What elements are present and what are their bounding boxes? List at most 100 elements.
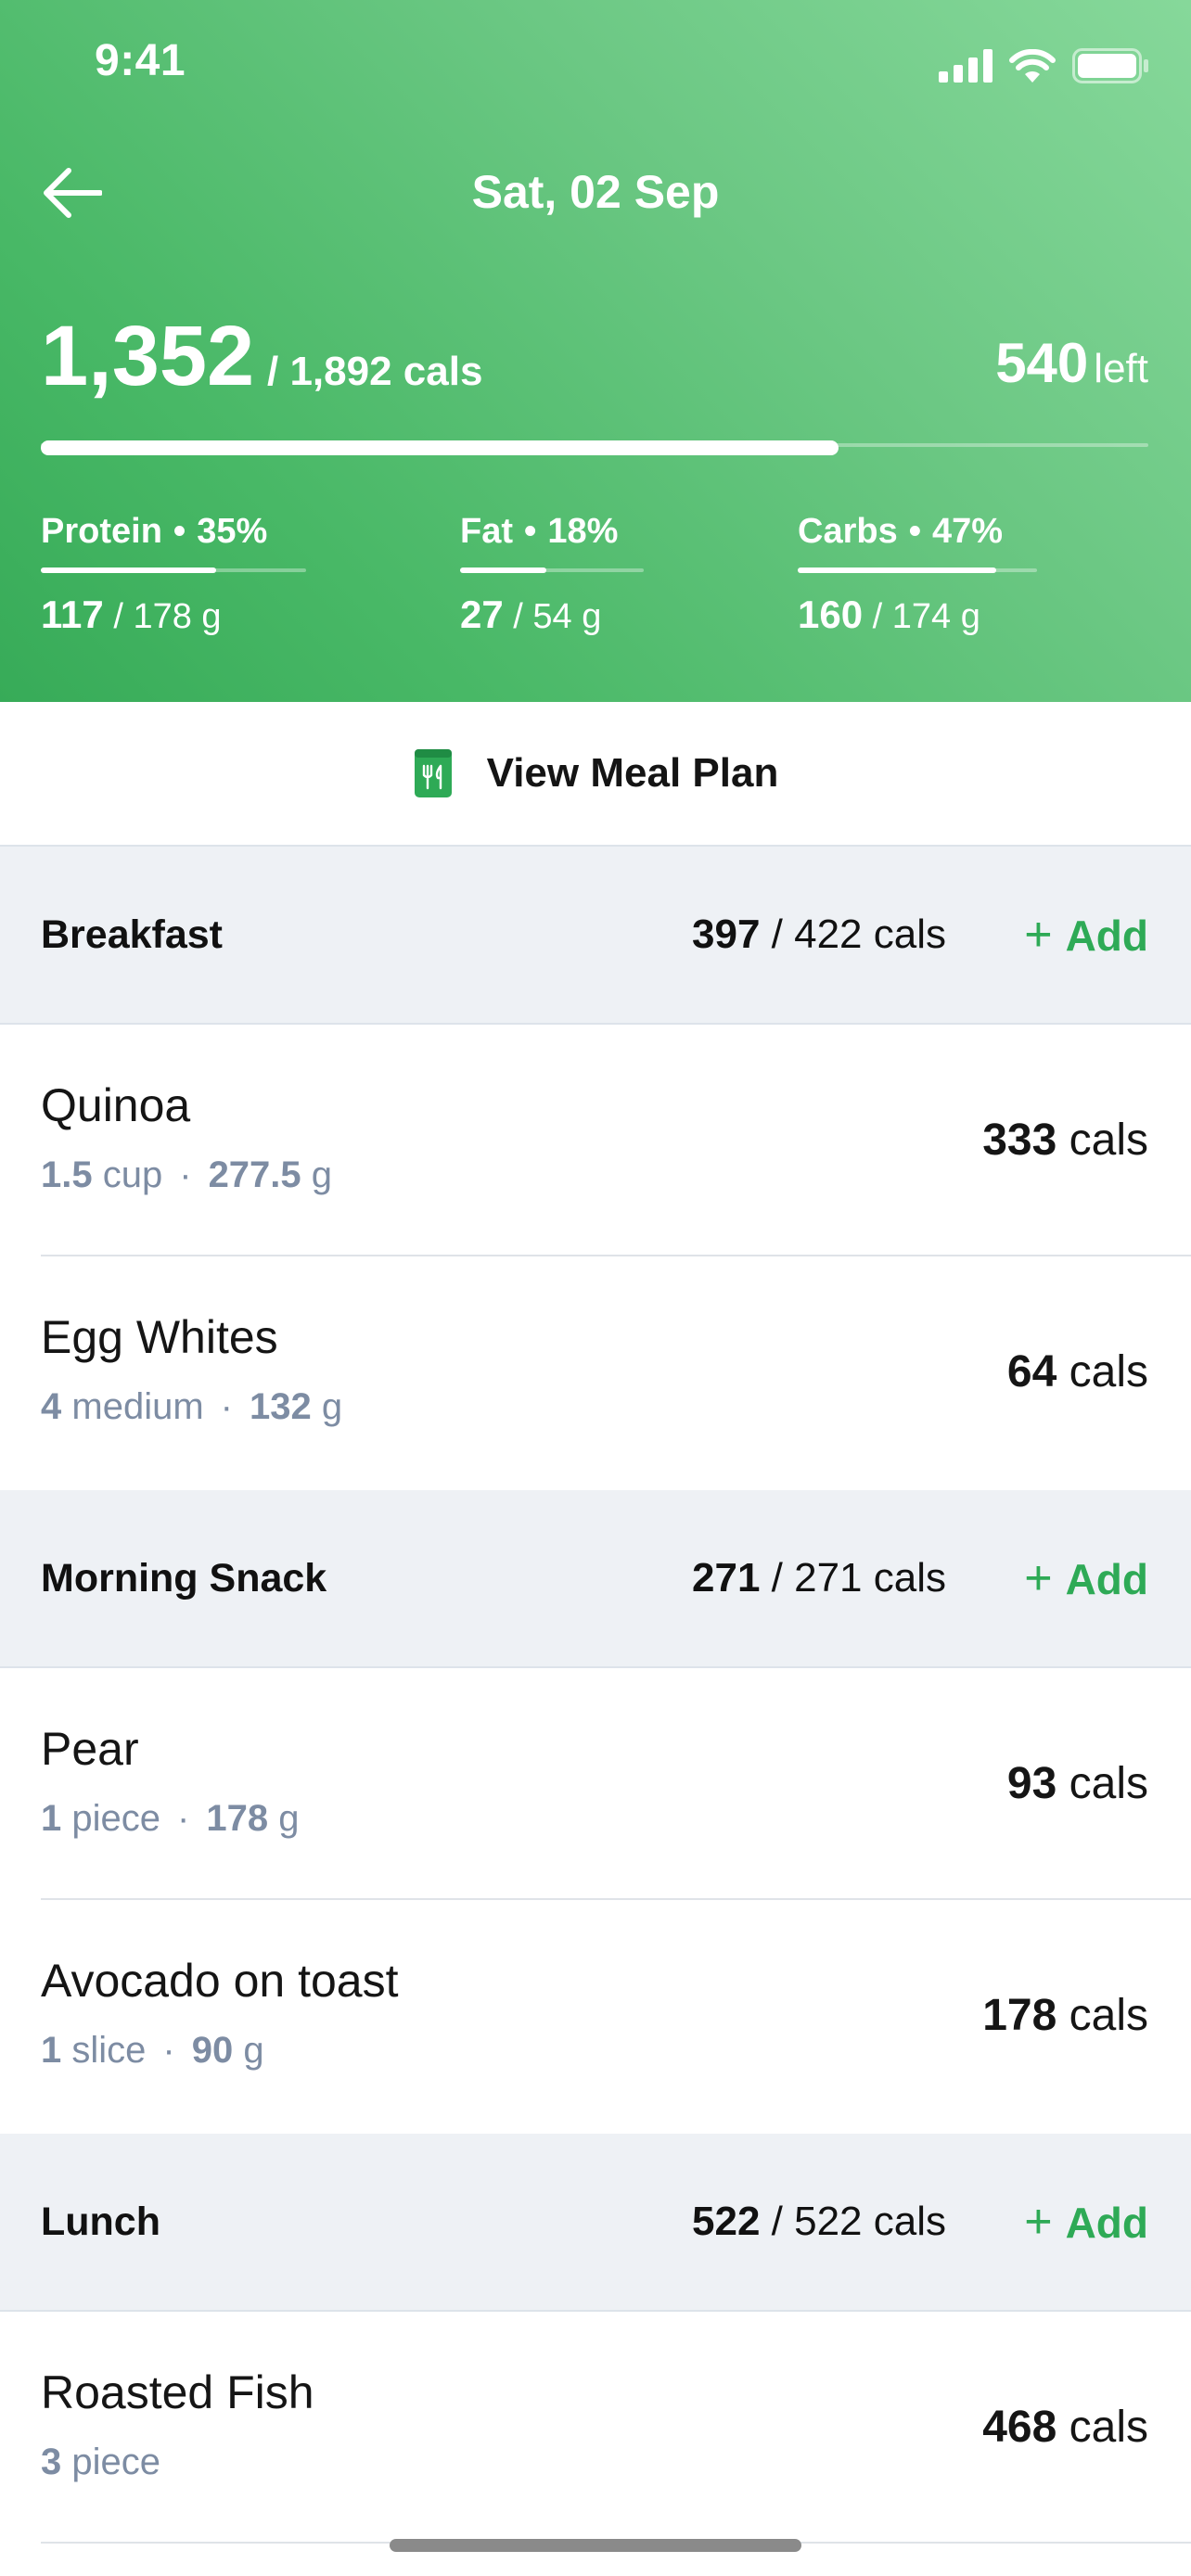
macro-carbs: Carbs • 47% 160 / 174 g [798, 512, 1037, 637]
macro-goal: / 174 g [872, 597, 980, 636]
meal-section-morning-snack: Morning Snack 271 / 271 cals + Add [0, 1490, 1191, 1668]
food-cal-unit: cals [1069, 1991, 1148, 2040]
cellular-signal-icon [939, 49, 992, 83]
food-cal-value: 333 [982, 1116, 1057, 1165]
food-unit: cup [102, 1154, 163, 1195]
food-name: Egg Whites [41, 1311, 278, 1363]
add-lunch-button[interactable]: + Add [1024, 2134, 1148, 2311]
macro-name: Protein [41, 512, 162, 551]
food-portion: 1 slice · 90 g [41, 2030, 264, 2072]
food-qty: 4 [41, 1386, 62, 1427]
food-unit: medium [71, 1386, 204, 1427]
food-unit: piece [71, 1798, 160, 1839]
food-weight: 132 [249, 1386, 312, 1427]
food-calories: 333 cals [982, 1025, 1148, 1256]
food-unit: piece [71, 2442, 160, 2482]
food-name: Quinoa [41, 1079, 191, 1131]
food-portion: 4 medium · 132 g [41, 1386, 342, 1428]
calories-goal: / 1,892 cals [267, 349, 483, 394]
status-time: 9:41 [95, 36, 186, 85]
calories-left-label: left [1094, 346, 1148, 391]
food-cal-unit: cals [1069, 1116, 1148, 1165]
view-meal-plan-button[interactable]: View Meal Plan [0, 702, 1191, 847]
macro-progress-track [41, 567, 306, 573]
food-portion: 1 piece · 178 g [41, 1798, 299, 1840]
macro-value: 160 [798, 593, 864, 636]
food-cal-value: 64 [1006, 1347, 1057, 1396]
separator-dot: · [220, 1386, 233, 1427]
calories-left-value: 540 [995, 332, 1089, 394]
macro-percent: 35% [197, 512, 268, 551]
macro-goal: / 54 g [513, 597, 602, 636]
macro-protein: Protein • 35% 117 / 178 g [41, 512, 306, 637]
meal-section-breakfast: Breakfast 397 / 422 cals + Add [0, 847, 1191, 1025]
meal-calories-goal: / 522 cals [771, 2199, 946, 2244]
food-cal-value: 93 [1006, 1759, 1057, 1808]
food-cal-value: 468 [982, 2403, 1057, 2452]
home-indicator[interactable] [390, 2539, 801, 2552]
food-qty: 1 [41, 1798, 62, 1839]
meal-plan-icon [414, 749, 452, 797]
macro-progress-fill [798, 567, 997, 573]
food-name: Pear [41, 1723, 139, 1775]
food-item-avocado-on-toast[interactable]: Avocado on toast 1 slice · 90 g 178 cals [0, 1900, 1191, 2132]
meal-calories: 271 / 271 cals [692, 1490, 946, 1666]
add-breakfast-button[interactable]: + Add [1024, 847, 1148, 1024]
date-title: Sat, 02 Sep [471, 166, 720, 218]
food-weight-unit: g [243, 2030, 264, 2071]
food-weight: 178 [206, 1798, 269, 1839]
macro-progress-fill [460, 567, 547, 573]
summary-header: 9:41 Sat, 02 Sep 1,352 / 1,892 cals 540 l… [0, 0, 1191, 702]
macro-value: 117 [41, 593, 104, 636]
meal-section-lunch: Lunch 522 / 522 cals + Add [0, 2134, 1191, 2312]
macro-value: 27 [460, 593, 504, 636]
meal-title: Lunch [41, 2200, 160, 2244]
food-cal-unit: cals [1069, 2403, 1148, 2452]
food-item-pear[interactable]: Pear 1 piece · 178 g 93 cals [0, 1668, 1191, 1900]
calories-left: 540 left [995, 331, 1148, 395]
calorie-summary: 1,352 / 1,892 cals 540 left [41, 297, 1148, 399]
food-calories: 468 cals [982, 2312, 1148, 2544]
food-name: Roasted Fish [41, 2366, 314, 2418]
plus-icon: + [1024, 2195, 1053, 2249]
macro-goal: / 178 g [113, 597, 222, 636]
macro-progress-track [460, 567, 644, 573]
food-weight-unit: g [321, 1386, 343, 1427]
battery-icon [1072, 48, 1148, 83]
wifi-icon [1009, 49, 1056, 83]
food-weight: 277.5 [208, 1154, 301, 1195]
meal-title: Breakfast [41, 912, 223, 957]
macro-name: Carbs [798, 512, 898, 551]
meal-calories-consumed: 522 [692, 2199, 761, 2244]
status-icons [939, 48, 1150, 83]
separator-dot: · [177, 1798, 190, 1839]
food-cal-unit: cals [1069, 1347, 1148, 1396]
plus-icon: + [1024, 908, 1053, 962]
meal-calories-goal: / 422 cals [771, 912, 946, 957]
food-name: Avocado on toast [41, 1955, 399, 2007]
food-portion: 1.5 cup · 277.5 g [41, 1154, 332, 1196]
meal-calories: 397 / 422 cals [692, 847, 946, 1023]
food-item-quinoa[interactable]: Quinoa 1.5 cup · 277.5 g 333 cals [0, 1025, 1191, 1256]
food-portion: 3 piece [41, 2442, 160, 2483]
food-item-egg-whites[interactable]: Egg Whites 4 medium · 132 g 64 cals [0, 1256, 1191, 1488]
add-morning-snack-button[interactable]: + Add [1024, 1490, 1148, 1667]
food-unit: slice [71, 2030, 147, 2071]
food-weight-unit: g [311, 1154, 333, 1195]
food-cal-value: 178 [982, 1991, 1057, 2040]
view-meal-plan-label: View Meal Plan [486, 750, 779, 796]
macro-progress-track [798, 567, 1037, 573]
food-item-roasted-fish[interactable]: Roasted Fish 3 piece 468 cals [0, 2312, 1191, 2544]
food-calories: 64 cals [1007, 1256, 1148, 1488]
meal-calories: 522 / 522 cals [692, 2134, 946, 2310]
food-calories: 93 cals [1007, 1668, 1148, 1900]
macro-percent: 18% [547, 512, 619, 551]
food-qty: 1.5 [41, 1154, 93, 1195]
calories-consumed: 1,352 [41, 309, 255, 403]
calorie-progress-fill [41, 440, 839, 455]
food-calories: 178 cals [982, 1900, 1148, 2132]
food-qty: 3 [41, 2442, 62, 2482]
food-weight-unit: g [278, 1798, 300, 1839]
meal-title: Morning Snack [41, 1556, 327, 1600]
add-label: Add [1065, 912, 1148, 960]
